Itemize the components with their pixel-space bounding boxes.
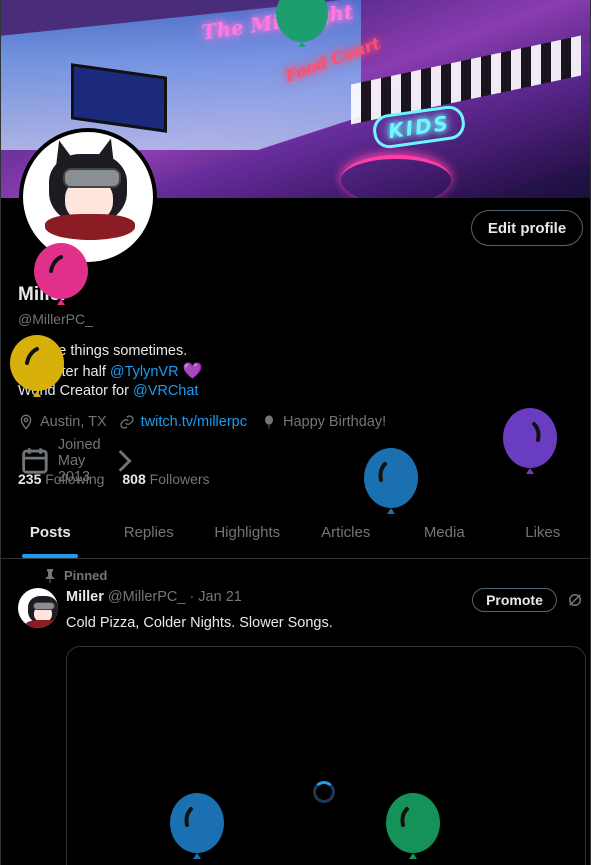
profile-page: The Midnight Food Court KIDS Edit profil… <box>0 0 591 865</box>
avatar-scarf <box>26 620 58 628</box>
profile-handle: @MillerPC_ <box>18 311 93 327</box>
tab-likes[interactable]: Likes <box>494 506 591 558</box>
following-link[interactable]: 235 Following <box>18 471 104 487</box>
post-media-container[interactable] <box>66 646 586 865</box>
location-icon <box>20 414 32 430</box>
followers-label: Followers <box>149 471 210 487</box>
post-separator: · <box>189 589 195 605</box>
pinned-indicator: Pinned <box>44 568 107 583</box>
avatar-scarf <box>45 214 135 240</box>
avatar-goggles <box>63 168 121 188</box>
tab-replies[interactable]: Replies <box>100 506 199 558</box>
balloon-icon <box>276 0 328 47</box>
purple-heart-emoji: 💜 <box>182 362 203 380</box>
profile-meta-row: Austin, TX twitch.tv/millerpc Happy Birt… <box>18 414 386 430</box>
post-author-avatar[interactable] <box>18 588 58 628</box>
post-header: Miller @MillerPC_ · Jan 21 <box>66 589 242 605</box>
following-count: 235 <box>18 471 42 487</box>
profile-tabs: Posts Replies Highlights Articles Media … <box>1 506 591 559</box>
tab-highlights[interactable]: Highlights <box>198 506 297 558</box>
loading-spinner <box>313 781 335 803</box>
balloon-icon <box>364 448 418 514</box>
pin-icon <box>45 568 55 583</box>
tab-posts[interactable]: Posts <box>1 506 100 558</box>
balloon-icon <box>170 793 224 859</box>
balloon-icon <box>10 335 64 397</box>
followers-count: 808 <box>122 471 146 487</box>
post-author-handle[interactable]: @MillerPC_ <box>108 589 186 605</box>
avatar-goggles <box>33 602 55 610</box>
pinned-label: Pinned <box>64 568 108 583</box>
edit-profile-button[interactable]: Edit profile <box>471 210 583 246</box>
following-label: Following <box>45 471 105 487</box>
grok-icon[interactable] <box>566 591 584 609</box>
birthday-text: Happy Birthday! <box>282 414 387 430</box>
post-author-name[interactable]: Miller <box>66 589 104 605</box>
balloon-icon <box>503 408 557 474</box>
location-text: Austin, TX <box>40 414 107 430</box>
post-text: Cold Pizza, Colder Nights. Slower Songs. <box>66 615 333 631</box>
link-icon <box>120 415 134 429</box>
website-link[interactable]: twitch.tv/millerpc <box>141 414 247 430</box>
banner-neon-squiggle <box>341 155 451 198</box>
followers-link[interactable]: 808 Followers <box>122 471 209 487</box>
promote-button[interactable]: Promote <box>472 588 557 612</box>
balloon-icon <box>386 793 440 859</box>
follow-stats: 235 Following 808 Followers <box>18 471 210 487</box>
balloon-icon <box>264 415 273 429</box>
post-date[interactable]: Jan 21 <box>198 589 242 605</box>
balloon-icon <box>34 243 88 305</box>
mention-link-tylynvr[interactable]: @TylynVR <box>110 364 179 380</box>
mention-link-vrchat[interactable]: @VRChat <box>133 383 199 399</box>
